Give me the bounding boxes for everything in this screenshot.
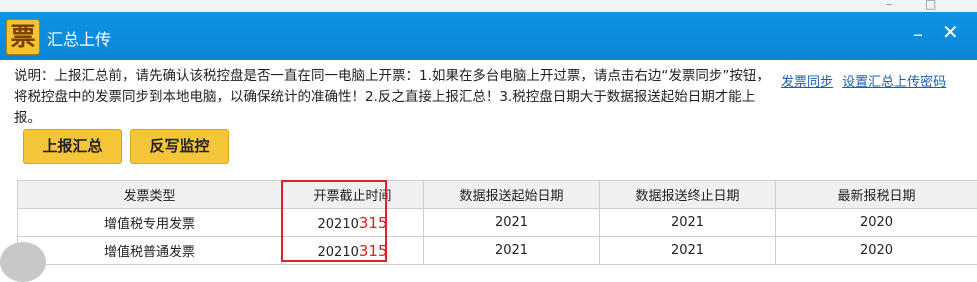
cell-start-date: 2021 [424,209,600,237]
cell-end-date: 2021 [600,209,776,237]
avatar [0,242,46,262]
upload-summary-button[interactable]: 上报汇总 [23,129,122,164]
set-upload-password-link[interactable]: 设置汇总上传密码 [842,75,946,90]
upload-notice-text: 说明：上报汇总前，请先确认该税控盘是否一直在同一电脑上开票：1.如果在多台电脑上… [14,66,774,129]
header-latest-date: 最新报税日期 [776,181,977,209]
cell-end-date: 2021 [600,237,776,265]
cell-invoice-type: 增值税普通发票 [18,237,282,265]
window-title: 汇总上传 [47,26,111,50]
cell-start-date: 2021 [424,237,600,265]
cell-invoice-type: 增值税专用发票 [18,209,282,237]
action-links: 发票同步 设置汇总上传密码 [781,71,946,90]
outer-window-strip: – □ [0,0,977,12]
outer-minimize-icon[interactable]: – [886,0,892,11]
minimize-icon[interactable]: – [913,22,923,46]
cell-latest-date: 2020 [776,209,977,237]
cell-latest-date: 2020 [776,237,977,265]
window-titlebar: 票 汇总上传 – ✕ [0,12,977,60]
table-header-row: 发票类型 开票截止时间 数据报送起始日期 数据报送终止日期 最新报税日期 [18,181,977,209]
deadline-highlight-box [281,180,387,262]
invoice-sync-link[interactable]: 发票同步 [781,75,833,90]
header-start-date: 数据报送起始日期 [424,181,600,209]
writeback-monitor-button[interactable]: 反写监控 [130,129,229,164]
close-icon[interactable]: ✕ [942,20,959,44]
outer-restore-icon[interactable]: □ [925,0,936,11]
header-end-date: 数据报送终止日期 [600,181,776,209]
table-row[interactable]: 增值税专用发票 20210315 2021 2021 2020 [18,209,977,237]
table-row[interactable]: 增值税普通发票 20210315 2021 2021 2020 [18,237,977,265]
invoice-app-icon: 票 [6,19,40,55]
invoice-summary-table: 发票类型 开票截止时间 数据报送起始日期 数据报送终止日期 最新报税日期 增值税… [17,180,977,265]
header-invoice-type: 发票类型 [18,181,282,209]
